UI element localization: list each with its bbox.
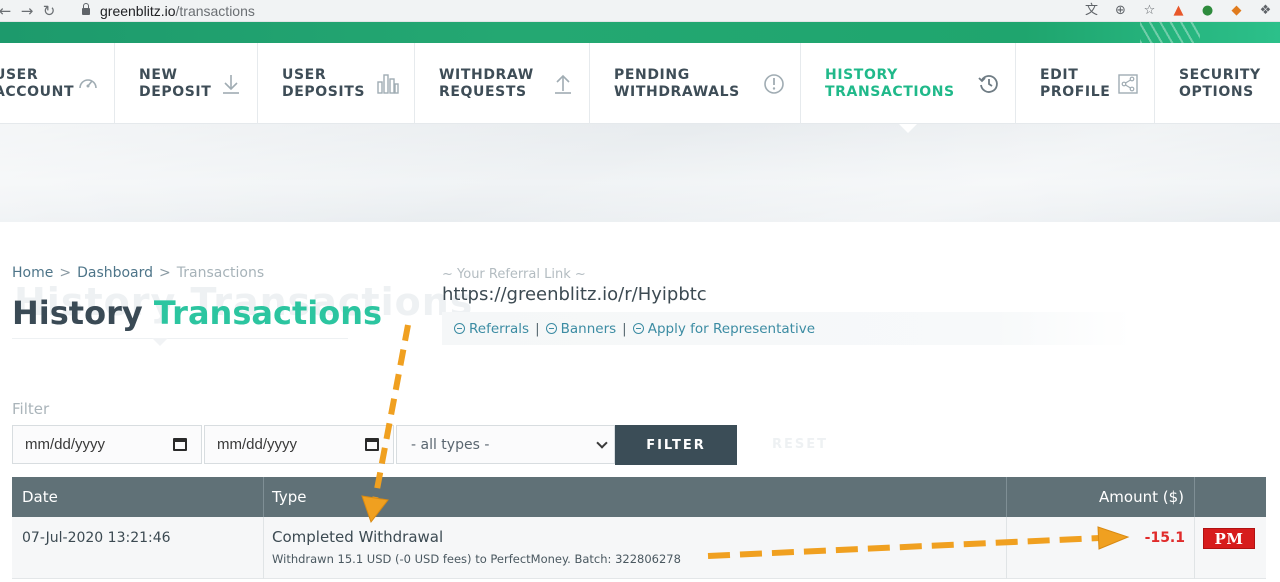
apply-representative-link[interactable]: Apply for Representative: [632, 321, 815, 337]
metamask-icon[interactable]: ◆: [1222, 0, 1251, 22]
filter-button[interactable]: FILTER: [615, 425, 737, 465]
nav-pending-withdrawals[interactable]: PENDING WITHDRAWALS: [590, 43, 801, 124]
date-to-input[interactable]: mm/dd/yyyy: [204, 425, 394, 464]
extension-fire-icon[interactable]: ▲: [1164, 0, 1193, 22]
column-header-amount: Amount ($): [1007, 477, 1195, 517]
bar-chart-icon: [376, 72, 400, 96]
breadcrumb-home[interactable]: Home: [12, 265, 53, 281]
calendar-icon[interactable]: [173, 438, 187, 451]
type-select-value: - all types -: [411, 436, 490, 453]
back-arrow-icon[interactable]: ←: [0, 0, 16, 22]
nav-label: PENDING WITHDRAWALS: [614, 66, 740, 100]
forward-arrow-icon[interactable]: →: [16, 0, 38, 22]
breadcrumb-current: Transactions: [176, 265, 265, 281]
extension-globe-icon[interactable]: ●: [1193, 0, 1222, 22]
circle-minus-icon: [632, 323, 644, 334]
address-bar[interactable]: greenblitz.io/transactions: [82, 0, 255, 22]
browser-action-icons: 文 ⊕ ☆ ▲ ● ◆ ❖: [1077, 0, 1280, 22]
page-title-part2: Transactions: [153, 294, 383, 332]
row-date: 07-Jul-2020 13:21:46: [12, 517, 264, 579]
column-header-type: Type: [264, 477, 1007, 517]
nav-label: USER DEPOSITS: [282, 66, 366, 100]
translate-icon[interactable]: 文: [1077, 0, 1106, 22]
reset-button[interactable]: RESET: [772, 437, 828, 452]
column-header-date: Date: [12, 477, 264, 517]
exclamation-circle-icon: [762, 72, 786, 96]
nav-history-transactions[interactable]: HISTORY TRANSACTIONS: [801, 43, 1016, 133]
circle-minus-icon: [454, 323, 465, 334]
zoom-icon[interactable]: ⊕: [1106, 0, 1135, 22]
nav-user-deposits[interactable]: USER DEPOSITS: [258, 43, 415, 124]
page-title-part1: History: [12, 294, 143, 332]
row-amount: -15.1: [1007, 517, 1195, 579]
row-type: Completed Withdrawal Withdrawn 15.1 USD …: [264, 517, 1007, 579]
nav-new-deposit[interactable]: NEW DEPOSIT: [115, 43, 258, 124]
account-navigation: USER ACCOUNT NEW DEPOSIT USER DEPOSITS W…: [0, 43, 1280, 133]
column-header-payment-system: [1195, 477, 1266, 517]
browser-toolbar: ← → ↻ greenblitz.io/transactions 文 ⊕ ☆ ▲…: [0, 0, 1280, 22]
site-header-banner: [0, 22, 1280, 43]
upload-arrow-icon: [551, 72, 575, 96]
speedometer-icon: [76, 72, 100, 96]
nav-security-options[interactable]: SECURITY OPTIONS: [1155, 43, 1280, 124]
nav-withdraw-requests[interactable]: WITHDRAW REQUESTS: [415, 43, 590, 124]
breadcrumb-separator: >: [159, 265, 171, 281]
star-icon[interactable]: ☆: [1135, 0, 1164, 22]
title-divider: [12, 338, 348, 339]
nav-user-account[interactable]: USER ACCOUNT: [0, 43, 115, 124]
referrals-link[interactable]: Referrals: [454, 321, 529, 337]
referral-links-bar: Referrals | Banners | Apply for Represen…: [442, 312, 1132, 345]
url-host: greenblitz.io: [100, 3, 176, 19]
row-payment-system: PM: [1195, 517, 1266, 579]
breadcrumb: Home > Dashboard > Transactions: [12, 265, 264, 281]
table-row: 07-Jul-2020 13:21:46 Completed Withdrawa…: [12, 517, 1266, 579]
history-clock-icon: [977, 72, 1001, 96]
filter-label: Filter: [12, 400, 50, 418]
url-path: /transactions: [175, 3, 255, 19]
referral-label: ~ Your Referral Link ~: [442, 267, 586, 282]
chevron-down-icon: [596, 436, 608, 449]
download-arrow-icon: [219, 72, 243, 96]
row-type-details: Withdrawn 15.1 USD (-0 USD fees) to Perf…: [272, 552, 681, 566]
perfect-money-logo: PM: [1203, 528, 1255, 549]
nav-label: SECURITY OPTIONS: [1179, 66, 1261, 100]
date-from-input[interactable]: mm/dd/yyyy: [12, 425, 202, 464]
transactions-table-header: Date Type Amount ($): [12, 477, 1266, 517]
page-title: History Transactions: [12, 294, 382, 332]
referral-link[interactable]: https://greenblitz.io/r/Hyipbtc: [442, 284, 707, 305]
nav-label: HISTORY TRANSACTIONS: [825, 66, 955, 100]
row-type-title: Completed Withdrawal: [272, 528, 444, 546]
link-separator: |: [622, 320, 627, 337]
reload-icon[interactable]: ↻: [38, 0, 60, 22]
title-divider-notch: [152, 338, 168, 346]
nav-label: NEW DEPOSIT: [139, 66, 212, 100]
link-separator: |: [535, 320, 540, 337]
share-icon: [1116, 72, 1140, 96]
banners-link[interactable]: Banners: [545, 321, 616, 337]
breadcrumb-dashboard[interactable]: Dashboard: [77, 265, 153, 281]
nav-label: USER ACCOUNT: [0, 66, 75, 100]
breadcrumb-separator: >: [59, 265, 72, 281]
nav-label: EDIT PROFILE: [1040, 66, 1111, 100]
type-select[interactable]: - all types -: [396, 425, 615, 464]
lock-icon: [82, 3, 90, 17]
extensions-puzzle-icon[interactable]: ❖: [1251, 0, 1280, 22]
date-from-placeholder: mm/dd/yyyy: [25, 436, 106, 453]
calendar-icon[interactable]: [365, 438, 379, 451]
date-to-placeholder: mm/dd/yyyy: [217, 436, 298, 453]
nav-edit-profile[interactable]: EDIT PROFILE: [1016, 43, 1155, 124]
nav-label: WITHDRAW REQUESTS: [439, 66, 534, 100]
page-hero-background: [0, 124, 1280, 222]
circle-minus-icon: [545, 323, 557, 334]
